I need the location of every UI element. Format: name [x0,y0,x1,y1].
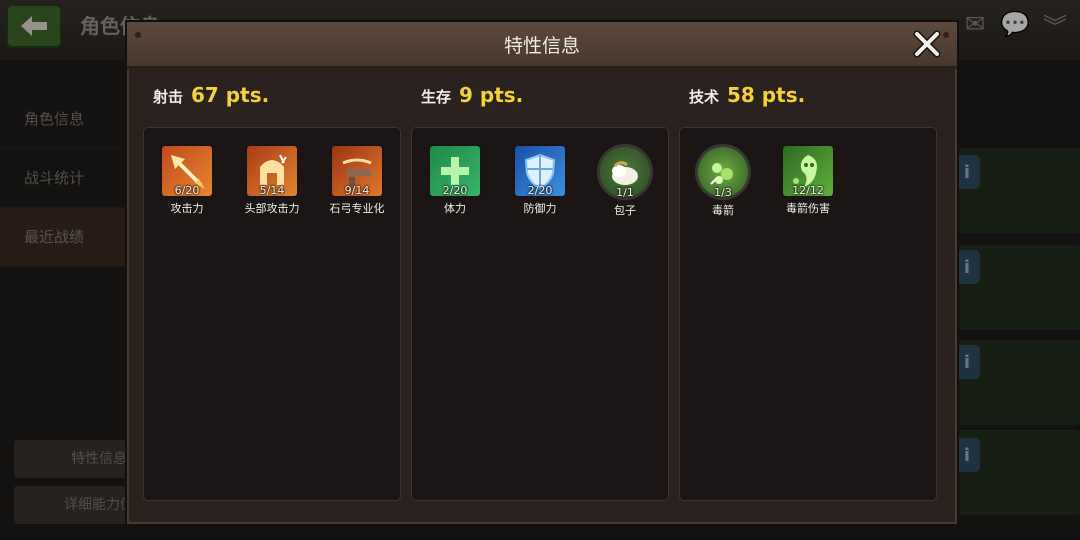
skill-name: 毒箭 [712,204,734,217]
modal-body: 射击 67 pts. 6/20 攻击力 5/14 头部攻击力 9/14 石弓专业… [129,69,955,522]
modal-header: 特性信息 [127,22,957,69]
skill-panel: 2/20 体力 2/20 防御力 1/1 包子 [411,127,669,501]
skill-name: 头部攻击力 [244,202,300,215]
skill-level: 1/1 [616,186,634,199]
skill-name: 防御力 [523,202,557,215]
skill-poison-arrow[interactable]: 1/3 毒箭 [688,144,758,218]
skill-bun[interactable]: 1/1 包子 [590,144,660,218]
skill-level: 5/14 [259,184,285,197]
skill-level: 6/20 [174,184,200,197]
close-icon [913,30,941,58]
column-title: 射击 [153,88,184,106]
skill-name: 攻击力 [170,202,204,215]
skill-level: 9/14 [344,184,370,197]
modal-title: 特性信息 [503,35,580,57]
skill-level: 1/3 [714,186,732,199]
column-points: 67 pts. [191,83,270,107]
skill-poison-damage[interactable]: 12/12 毒箭伤害 [773,144,843,216]
skill-panel: 1/3 毒箭 12/12 毒箭伤害 [679,127,937,501]
column-points: 58 pts. [727,83,806,107]
skill-level: 12/12 [792,184,824,197]
skill-name: 体力 [444,202,466,215]
skill-defense[interactable]: 2/20 防御力 [505,144,575,216]
skill-crossbow[interactable]: 9/14 石弓专业化 [322,144,392,216]
skill-attack[interactable]: 6/20 攻击力 [152,144,222,216]
trait-info-modal: 特性信息 射击 67 pts. 6/20 攻击力 5/14 头部攻击力 9/14… [127,22,957,524]
skill-name: 毒箭伤害 [786,202,830,215]
column-points: 9 pts. [459,83,524,107]
skill-level: 2/20 [527,184,553,197]
skill-panel: 6/20 攻击力 5/14 头部攻击力 9/14 石弓专业化 [143,127,401,501]
column-title: 生存 [421,88,452,106]
skill-level: 2/20 [442,184,468,197]
skill-stamina[interactable]: 2/20 体力 [420,144,490,216]
skill-head-attack[interactable]: 5/14 头部攻击力 [237,144,307,216]
column-title: 技术 [689,88,720,106]
close-button[interactable] [909,26,945,62]
skill-name: 包子 [614,204,636,217]
skill-name: 石弓专业化 [329,202,385,215]
